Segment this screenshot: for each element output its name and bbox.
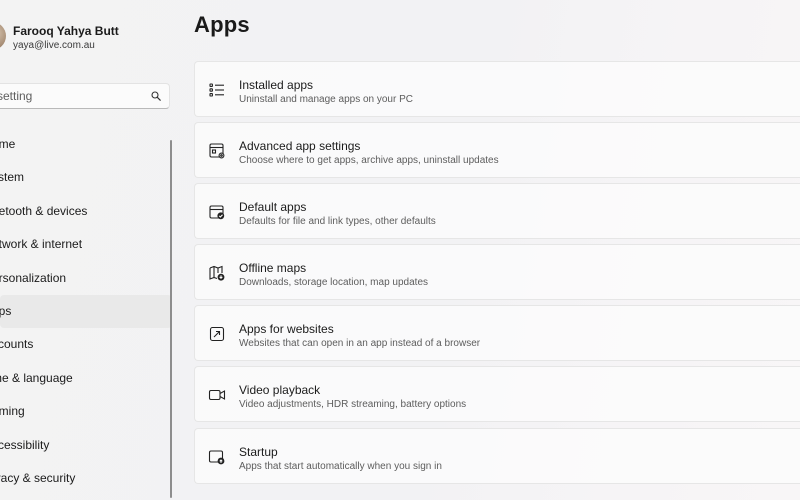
sidebar-item-label: uetooth & devices [0, 203, 88, 218]
avatar[interactable] [0, 22, 6, 50]
open-in-app-icon [209, 327, 225, 342]
card-default-apps[interactable]: Default apps Defaults for file and link … [194, 183, 800, 240]
sidebar-item-label: ccessibility [0, 437, 50, 452]
user-name: Farooq Yahya Butt [13, 24, 119, 38]
sidebar-scrollbar[interactable] [170, 140, 172, 498]
card-subtitle: Websites that can open in an app instead… [239, 338, 481, 350]
map-download-icon [209, 265, 225, 281]
search-icon[interactable] [151, 91, 161, 101]
sidebar-item-label: ystem [0, 170, 25, 185]
sidebar-item-label: ops [0, 303, 12, 318]
video-icon [208, 390, 226, 401]
startup-icon [208, 450, 225, 464]
nav-list: ome ystem uetooth & devices etwork & int… [0, 128, 172, 495]
sidebar-item-system[interactable]: ystem [0, 161, 172, 194]
sidebar-item-label: ersonalization [0, 270, 67, 285]
card-title: Advanced app settings [239, 139, 361, 154]
list-icon [209, 83, 224, 97]
default-apps-icon [209, 205, 225, 220]
sidebar-item-privacy[interactable]: ivacy & security [0, 462, 172, 495]
sidebar: Farooq Yahya Butt yaya@live.com.au ome y… [0, 0, 186, 500]
card-subtitle: Video adjustments, HDR streaming, batter… [239, 399, 467, 411]
card-startup[interactable]: Startup Apps that start automatically wh… [194, 427, 800, 484]
sidebar-item-label: me & language [0, 370, 73, 385]
page-title: Apps [194, 12, 250, 37]
card-title: Startup [239, 444, 278, 459]
settings-card-list: Installed apps Uninstall and manage apps… [194, 61, 800, 489]
card-subtitle: Choose where to get apps, archive apps, … [239, 155, 499, 167]
sidebar-item-bluetooth[interactable]: uetooth & devices [0, 195, 172, 228]
card-title: Default apps [239, 200, 307, 215]
sidebar-item-label: ome [0, 137, 16, 151]
sidebar-item-home[interactable]: ome [0, 128, 172, 161]
sidebar-item-accessibility[interactable]: ccessibility [0, 429, 172, 462]
card-advanced-app-settings[interactable]: Advanced app settings Choose where to ge… [194, 122, 800, 179]
sidebar-item-time-language[interactable]: me & language [0, 362, 172, 395]
sidebar-item-personalization[interactable]: ersonalization [0, 262, 172, 295]
card-title: Offline maps [239, 261, 307, 276]
sidebar-item-label: etwork & internet [0, 237, 83, 252]
card-subtitle: Apps that start automatically when you s… [239, 460, 442, 472]
sidebar-item-apps[interactable]: ops [0, 294, 172, 329]
sidebar-item-label: ccounts [0, 337, 34, 352]
search-input[interactable] [0, 84, 145, 108]
card-apps-for-websites[interactable]: Apps for websites Websites that can open… [194, 305, 800, 362]
card-offline-maps[interactable]: Offline maps Downloads, storage location… [194, 244, 800, 301]
card-installed-apps[interactable]: Installed apps Uninstall and manage apps… [194, 61, 800, 117]
search-box[interactable] [0, 83, 170, 109]
app-settings-icon [209, 143, 225, 159]
sidebar-item-network[interactable]: etwork & internet [0, 228, 172, 261]
sidebar-item-gaming[interactable]: aming [0, 395, 172, 428]
card-title: Apps for websites [239, 322, 334, 337]
card-subtitle: Uninstall and manage apps on your PC [239, 94, 413, 105]
card-title: Video playback [239, 383, 321, 398]
card-subtitle: Defaults for file and link types, other … [239, 216, 436, 228]
sidebar-item-accounts[interactable]: ccounts [0, 328, 172, 361]
card-subtitle: Downloads, storage location, map updates [239, 277, 429, 289]
user-email: yaya@live.com.au [13, 40, 95, 51]
sidebar-item-label: ivacy & security [0, 470, 76, 485]
sidebar-item-label: aming [0, 404, 25, 419]
card-video-playback[interactable]: Video playback Video adjustments, HDR st… [194, 366, 800, 423]
card-title: Installed apps [239, 78, 314, 92]
